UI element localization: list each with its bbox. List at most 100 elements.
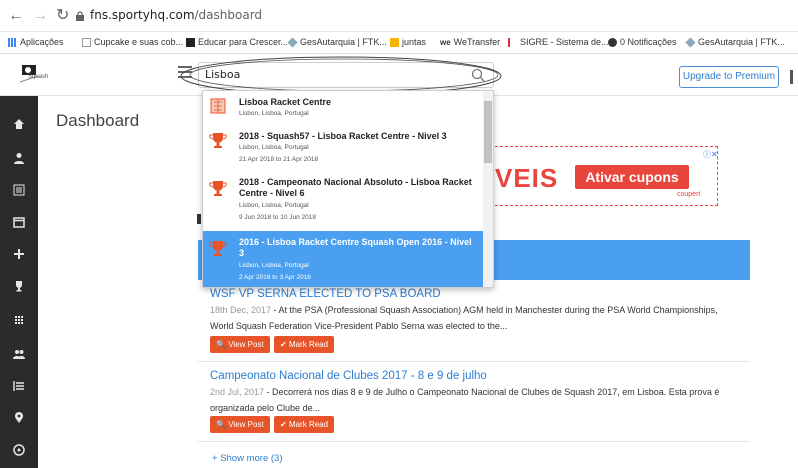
sidebar-item-explore[interactable]: [0, 438, 38, 462]
back-icon[interactable]: ←: [8, 6, 24, 26]
show-more-link[interactable]: + Show more (3): [212, 453, 283, 464]
view-post-label: View Post: [228, 340, 264, 349]
news-text: - Decorrerá nos dias 8 e 9 de Julho o Ca…: [210, 387, 720, 413]
home-icon: [14, 119, 24, 129]
result-location: Lisbon, Lisboa, Portugal: [239, 144, 309, 151]
result-location: Lisbon, Lisboa, Portugal: [239, 110, 309, 117]
news-summary: 18th Dec, 2017 - At the PSA (Professiona…: [210, 302, 740, 334]
sidebar-item-home[interactable]: [0, 112, 38, 136]
reload-icon[interactable]: ↻: [56, 6, 69, 26]
sidebar-item-rankings[interactable]: [0, 374, 38, 398]
news-title[interactable]: Campeonato Nacional de Clubes 2017 - 8 e…: [210, 370, 487, 382]
view-post-label: View Post: [228, 420, 264, 429]
news-card: Campeonato Nacional de Clubes 2017 - 8 e…: [198, 362, 750, 442]
calendar-icon: [13, 217, 25, 228]
search-icon[interactable]: [471, 68, 485, 82]
sidebar-item-calendar[interactable]: [0, 210, 38, 234]
browser-address-bar: ← → ↻ fns.sportyhq.com/dashboard: [0, 0, 798, 32]
coupon-ad-banner[interactable]: VEIS Ativar cupons coupert ⓘ✕: [480, 146, 718, 206]
search-result-item[interactable]: 2018 - Campeonato Nacional Absoluto - Li…: [203, 173, 485, 229]
sidebar-item-profile[interactable]: [0, 146, 38, 170]
we-logo-icon: we: [440, 37, 451, 47]
search-result-item[interactable]: Lisboa Racket Centre Lisbon, Lisboa, Por…: [203, 91, 485, 125]
news-summary: 2nd Jul, 2017 - Decorrerá nos dias 8 e 9…: [210, 384, 740, 416]
header-edge-mark: [790, 70, 793, 84]
scrollbar-thumb[interactable]: [484, 101, 492, 163]
result-title: Lisboa Racket Centre: [239, 97, 332, 107]
result-dates: 2 Apr 2016 to 3 Apr 2016: [239, 274, 311, 281]
sidebar-item-trophies[interactable]: [0, 274, 38, 298]
bookmark-item[interactable]: Cupcake e suas cob...: [82, 37, 183, 47]
trophy-icon: [209, 181, 227, 196]
diamond-icon: [287, 36, 298, 48]
ad-headline: VEIS: [495, 163, 559, 193]
logo-text: Squash: [28, 74, 49, 80]
search-results-dropdown: Lisboa Racket Centre Lisbon, Lisboa, Por…: [202, 90, 494, 288]
page-title: Dashboard: [56, 111, 140, 130]
lock-icon: [76, 11, 84, 21]
e-logo-icon: [186, 37, 195, 47]
result-dates: 9 Jun 2018 to 10 Jun 2018: [239, 214, 316, 221]
plus-icon: [14, 249, 24, 259]
sidebar: [0, 96, 38, 468]
news-date: 2nd Jul, 2017: [210, 387, 265, 397]
user-icon: [14, 153, 24, 164]
trophy-icon: [209, 241, 227, 256]
map-pin-icon: [15, 412, 23, 423]
result-location: Lisbon, Lisboa, Portugal: [239, 202, 309, 209]
news-text: - At the PSA (Professional Squash Associ…: [210, 305, 718, 331]
search-value: Lisboa: [205, 68, 241, 81]
ad-activate-button[interactable]: Ativar cupons: [575, 165, 689, 189]
apps-grid-icon: [8, 37, 17, 47]
bookmark-item[interactable]: juntas: [390, 37, 426, 47]
mark-read-button[interactable]: ✔ Mark Read: [274, 416, 335, 433]
view-post-button[interactable]: 🔍 View Post: [210, 416, 270, 433]
list-icon: [13, 184, 25, 196]
news-date: 18th Dec, 2017: [210, 305, 272, 315]
search-result-item[interactable]: 2018 - Squash57 - Lisboa Racket Centre -…: [203, 125, 485, 169]
bookmark-item[interactable]: 0 Notificações: [608, 37, 677, 47]
result-title: 2018 - Squash57 - Lisboa Racket Centre -…: [239, 131, 447, 141]
url-field[interactable]: fns.sportyhq.com/dashboard: [90, 8, 262, 22]
bookmark-item[interactable]: GesAutarquia | FTK...: [685, 36, 785, 48]
search-input[interactable]: Lisboa: [198, 62, 494, 88]
sidebar-item-locations[interactable]: [0, 406, 38, 430]
sidebar-item-list[interactable]: [0, 178, 38, 202]
menu-toggle-icon[interactable]: [178, 66, 192, 78]
ad-close-icon[interactable]: ⓘ✕: [703, 149, 718, 160]
sigre-icon: [508, 37, 517, 47]
result-dates: 21 Apr 2018 to 21 Apr 2018: [239, 156, 319, 163]
mark-read-label: Mark Read: [288, 420, 329, 429]
search-result-item-selected[interactable]: 2016 - Lisboa Racket Centre Squash Open …: [203, 231, 485, 287]
dropdown-scrollbar[interactable]: [483, 91, 493, 287]
view-post-button[interactable]: 🔍 View Post: [210, 336, 270, 353]
bookmark-item[interactable]: Educar para Crescer...: [186, 37, 288, 47]
sidebar-item-grid[interactable]: [0, 308, 38, 332]
forward-icon[interactable]: →: [32, 6, 48, 26]
news-card: WSF VP SERNA ELECTED TO PSA BOARD 18th D…: [198, 280, 750, 362]
diamond-icon: [685, 36, 696, 48]
bookmark-apps[interactable]: Aplicações: [8, 37, 64, 47]
trophy-icon: [16, 281, 22, 292]
folder-icon: [390, 37, 399, 47]
result-title: 2016 - Lisboa Racket Centre Squash Open …: [239, 237, 472, 258]
mark-read-label: Mark Read: [288, 340, 329, 349]
section-heading-fragment: [197, 214, 201, 224]
page-icon: [82, 37, 91, 47]
upgrade-premium-button[interactable]: Upgrade to Premium: [679, 66, 779, 88]
news-title[interactable]: WSF VP SERNA ELECTED TO PSA BOARD: [210, 288, 441, 300]
mark-read-button[interactable]: ✔ Mark Read: [274, 336, 335, 353]
trophy-icon: [209, 133, 227, 148]
venue-icon: [210, 98, 226, 114]
bookmarks-bar: Aplicações Cupcake e suas cob... Educar …: [0, 32, 798, 54]
users-icon: [13, 350, 25, 359]
sidebar-item-groups[interactable]: [0, 342, 38, 366]
bookmark-item[interactable]: GesAutarquia | FTK...: [287, 36, 387, 48]
show-more-label: Show more (3): [220, 453, 283, 464]
notification-icon: [608, 37, 617, 47]
ad-brand: coupert: [677, 191, 701, 198]
bookmark-item[interactable]: SIGRE - Sistema de...: [508, 37, 609, 47]
sidebar-item-add[interactable]: [0, 242, 38, 266]
ranking-list-icon: [13, 381, 24, 391]
bookmark-item[interactable]: we WeTransfer: [440, 37, 500, 47]
